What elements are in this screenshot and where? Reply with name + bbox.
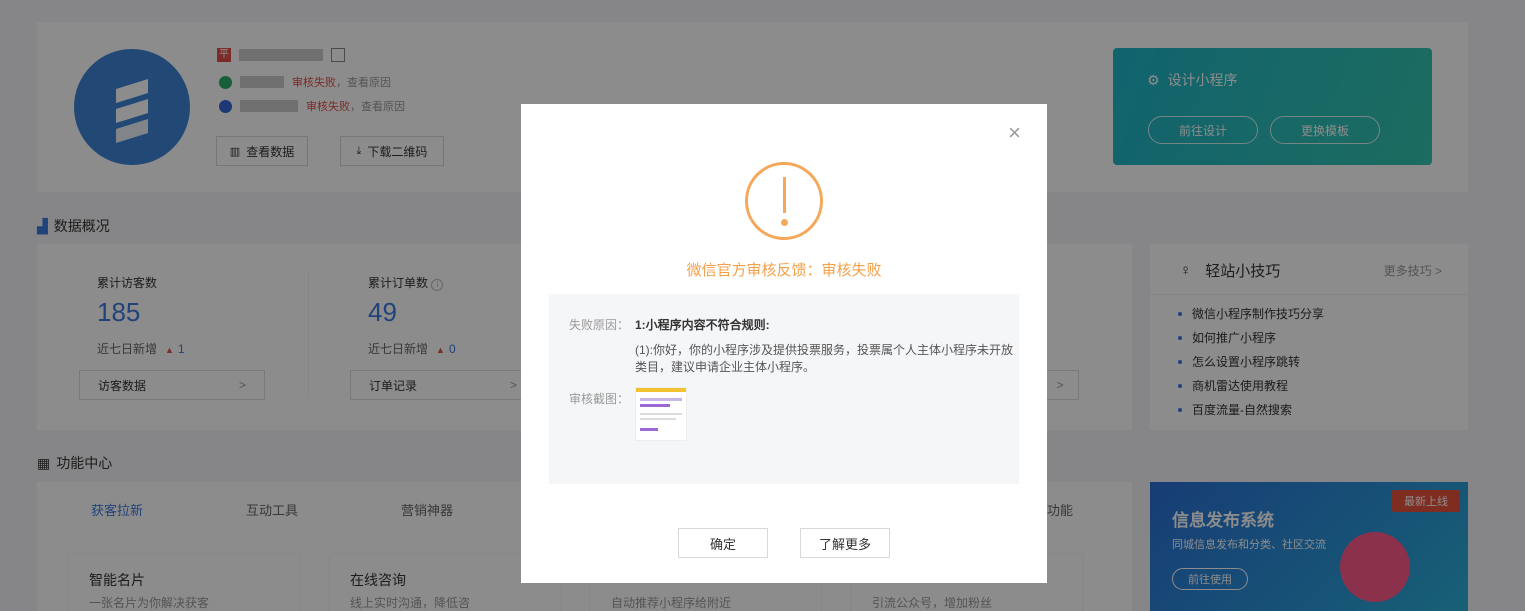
reason-panel: 失败原因： 1:小程序内容不符合规则: (1):你好，你的小程序涉及提供投票服务… bbox=[549, 294, 1019, 484]
screenshot-label: 审核截图： bbox=[569, 392, 630, 406]
reason-label: 失败原因： bbox=[569, 318, 630, 332]
confirm-button[interactable]: 确定 bbox=[678, 528, 768, 558]
audit-feedback-dialog: × 微信官方审核反馈：审核失败 失败原因： 1:小程序内容不符合规则: (1):… bbox=[521, 104, 1047, 583]
learn-more-button[interactable]: 了解更多 bbox=[800, 528, 890, 558]
warning-icon bbox=[745, 162, 823, 240]
dialog-title: 微信官方审核反馈：审核失败 bbox=[686, 262, 882, 279]
reason-detail-line1: (1):你好，你的小程序涉及提供投票服务，投票属个人主体小程序未开放 bbox=[635, 343, 1014, 357]
audit-screenshot-thumbnail[interactable] bbox=[635, 387, 687, 441]
reason-heading: 1:小程序内容不符合规则: bbox=[635, 318, 770, 332]
close-icon[interactable]: × bbox=[1008, 122, 1021, 144]
reason-detail-line2: 类目，建议申请企业主体小程序。 bbox=[635, 360, 816, 374]
